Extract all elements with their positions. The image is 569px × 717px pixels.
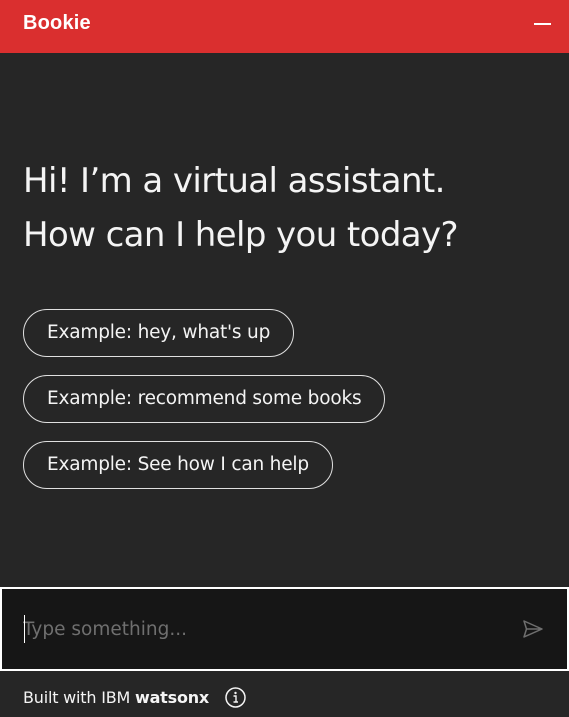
chat-footer: Built with IBM watsonx — [0, 673, 569, 717]
send-button[interactable] — [521, 617, 545, 641]
watsonx-brand: watsonx — [135, 688, 210, 707]
suggestion-chip[interactable]: Example: recommend some books — [23, 375, 386, 423]
assistant-name: Bookie — [23, 12, 91, 34]
greeting-message: Hi! I’m a virtual assistant. How can I h… — [23, 154, 553, 262]
greeting-line-2: How can I help you today? — [23, 215, 459, 255]
minimize-button[interactable] — [525, 10, 557, 42]
send-icon — [523, 620, 543, 638]
built-with-label: Built with IBM watsonx — [23, 688, 209, 707]
message-input[interactable] — [23, 611, 493, 647]
greeting-line-1: Hi! I’m a virtual assistant. — [23, 161, 445, 201]
suggestion-chip[interactable]: Example: hey, what's up — [23, 309, 295, 357]
built-with-prefix: Built with IBM — [23, 688, 131, 707]
info-button[interactable] — [224, 686, 247, 709]
suggestion-chip[interactable]: Example: See how I can help — [23, 441, 333, 489]
chat-widget: Bookie Hi! I’m a virtual assistant. How … — [0, 0, 569, 717]
message-input-area — [0, 587, 569, 671]
info-icon — [225, 687, 246, 708]
chat-header: Bookie — [0, 0, 569, 53]
minimize-icon — [534, 23, 551, 25]
text-caret — [24, 615, 25, 643]
